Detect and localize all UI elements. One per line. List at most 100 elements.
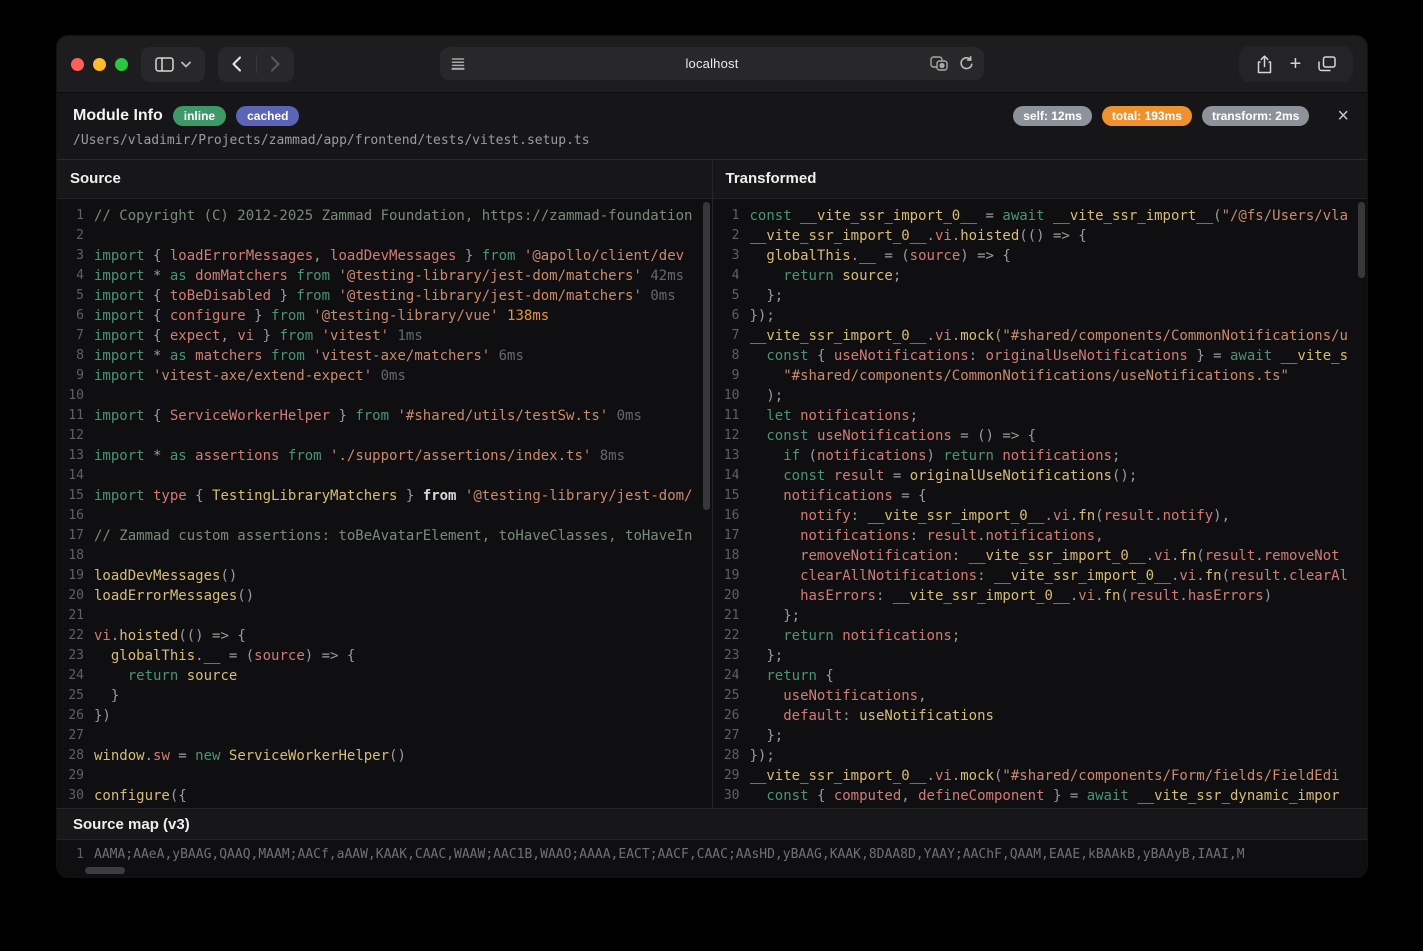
line-number: 7 xyxy=(713,326,750,346)
code-line: 2__vite_ssr_import_0__.vi.hoisted(() => … xyxy=(713,226,1368,246)
transformed-pane-title: Transformed xyxy=(713,160,1368,199)
tab-overview-button[interactable] xyxy=(1318,56,1336,72)
line-number: 9 xyxy=(713,366,750,386)
source-code-view[interactable]: 1// Copyright (C) 2012-2025 Zammad Found… xyxy=(57,199,712,808)
extensions-icon[interactable] xyxy=(930,56,949,72)
code-line: 11 let notifications; xyxy=(713,406,1368,426)
code-line: 25 useNotifications, xyxy=(713,686,1368,706)
line-number: 7 xyxy=(57,326,94,346)
line-number: 8 xyxy=(713,346,750,366)
browser-window: localhost xyxy=(57,36,1367,877)
desktop: localhost xyxy=(0,0,1423,951)
code-line: 16 notify: __vite_ssr_import_0__.vi.fn(r… xyxy=(713,506,1368,526)
sidebar-toggle-button[interactable] xyxy=(141,47,205,82)
code-line: 23 globalThis.__ = (source) => { xyxy=(57,646,712,666)
line-number: 29 xyxy=(57,766,94,786)
line-number: 24 xyxy=(713,666,750,686)
code-line: 6}); xyxy=(713,306,1368,326)
code-line: 17 notifications: result.notifications, xyxy=(713,526,1368,546)
code-line: 10 ); xyxy=(713,386,1368,406)
code-line: 30 const { computed, defineComponent } =… xyxy=(713,786,1368,806)
back-button[interactable] xyxy=(218,47,256,82)
line-number: 2 xyxy=(57,226,94,246)
code-line: 13import * as assertions from './support… xyxy=(57,446,712,466)
code-line: 4 return source; xyxy=(713,266,1368,286)
code-line: 14 const result = originalUseNotificatio… xyxy=(713,466,1368,486)
reload-icon[interactable] xyxy=(959,56,974,71)
share-button[interactable] xyxy=(1256,55,1273,74)
line-number: 4 xyxy=(57,266,94,286)
line-number: 5 xyxy=(57,286,94,306)
line-number: 20 xyxy=(57,586,94,606)
line-number: 27 xyxy=(57,726,94,746)
close-window-button[interactable] xyxy=(71,58,84,71)
zoom-window-button[interactable] xyxy=(115,58,128,71)
code-line: 5 }; xyxy=(713,286,1368,306)
code-line: 23 }; xyxy=(713,646,1368,666)
cached-badge: cached xyxy=(236,106,299,126)
sourcemap-scrollbar-thumb[interactable] xyxy=(85,867,125,874)
code-line: 9 "#shared/components/CommonNotification… xyxy=(713,366,1368,386)
line-number: 26 xyxy=(57,706,94,726)
browser-toolbar: localhost xyxy=(57,36,1367,93)
line-number: 14 xyxy=(713,466,750,486)
close-panel-button[interactable]: × xyxy=(1335,106,1351,126)
line-number: 30 xyxy=(713,786,750,806)
sourcemap-mappings: AAMA;AAeA,yBAAG,QAAQ,MAAM;AACf,aAAW,KAAK… xyxy=(94,845,1367,877)
url-text[interactable]: localhost xyxy=(440,56,984,71)
code-line: 24 return source xyxy=(57,666,712,686)
code-line: 15 notifications = { xyxy=(713,486,1368,506)
line-number: 23 xyxy=(57,646,94,666)
code-line: 9import 'vitest-axe/extend-expect' 0ms xyxy=(57,366,712,386)
code-line: 15import type { TestingLibraryMatchers }… xyxy=(57,486,712,506)
line-number: 16 xyxy=(57,506,94,526)
module-inspector-page: Module Info inline cached self: 12ms tot… xyxy=(57,93,1367,877)
sourcemap-title: Source map (v3) xyxy=(57,809,1367,839)
code-line: 14 xyxy=(57,466,712,486)
code-line: 26}) xyxy=(57,706,712,726)
line-number: 10 xyxy=(713,386,750,406)
transformed-pane: Transformed 1const __vite_ssr_import_0__… xyxy=(713,160,1368,808)
code-line: 18 xyxy=(57,546,712,566)
address-bar[interactable]: localhost xyxy=(440,47,984,80)
transformed-scrollbar-thumb[interactable] xyxy=(1358,202,1365,278)
self-time-badge: self: 12ms xyxy=(1013,106,1092,126)
source-pane: Source 1// Copyright (C) 2012-2025 Zamma… xyxy=(57,160,713,808)
line-number: 3 xyxy=(57,246,94,266)
line-number: 4 xyxy=(713,266,750,286)
line-number: 26 xyxy=(713,706,750,726)
code-line: 3 globalThis.__ = (source) => { xyxy=(713,246,1368,266)
new-tab-button[interactable]: + xyxy=(1290,54,1302,74)
sidebar-icon xyxy=(155,57,174,72)
code-line: 2 xyxy=(57,226,712,246)
forward-button[interactable] xyxy=(257,47,295,82)
code-line: 21 xyxy=(57,606,712,626)
line-number: 23 xyxy=(713,646,750,666)
code-line: 1// Copyright (C) 2012-2025 Zammad Found… xyxy=(57,206,712,226)
code-line: 29 xyxy=(57,766,712,786)
code-line: 19 clearAllNotifications: __vite_ssr_imp… xyxy=(713,566,1368,586)
line-number: 11 xyxy=(713,406,750,426)
source-scrollbar-thumb[interactable] xyxy=(703,202,710,510)
history-navigation xyxy=(218,47,294,82)
module-file-path: /Users/vladimir/Projects/zammad/app/fron… xyxy=(73,133,1351,148)
line-number: 25 xyxy=(57,686,94,706)
code-line: 3import { loadErrorMessages, loadDevMess… xyxy=(57,246,712,266)
line-number: 21 xyxy=(713,606,750,626)
line-number: 19 xyxy=(713,566,750,586)
toolbar-right-buttons: + xyxy=(1239,46,1353,82)
line-number: 29 xyxy=(713,766,750,786)
code-line: 7__vite_ssr_import_0__.vi.mock("#shared/… xyxy=(713,326,1368,346)
transformed-code-view[interactable]: 1const __vite_ssr_import_0__ = await __v… xyxy=(713,199,1368,808)
minimize-window-button[interactable] xyxy=(93,58,106,71)
code-line: 12 xyxy=(57,426,712,446)
code-line: 28}); xyxy=(713,746,1368,766)
line-number: 13 xyxy=(57,446,94,466)
code-line: 20 hasErrors: __vite_ssr_import_0__.vi.f… xyxy=(713,586,1368,606)
module-info-header: Module Info inline cached self: 12ms tot… xyxy=(57,93,1367,160)
line-number: 5 xyxy=(713,286,750,306)
sourcemap-view[interactable]: 1 AAMA;AAeA,yBAAG,QAAQ,MAAM;AACf,aAAW,KA… xyxy=(57,839,1367,877)
line-number: 25 xyxy=(713,686,750,706)
line-number: 6 xyxy=(57,306,94,326)
code-line: 22 return notifications; xyxy=(713,626,1368,646)
